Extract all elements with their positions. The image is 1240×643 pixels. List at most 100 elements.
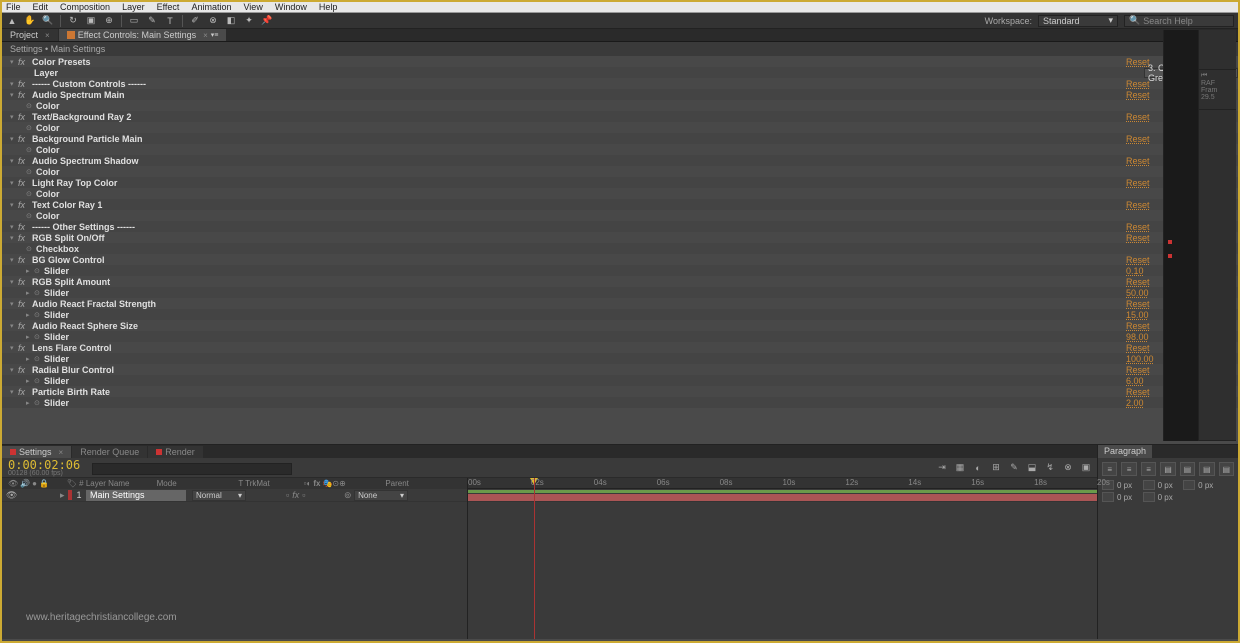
- justify-all-icon[interactable]: ▤: [1219, 462, 1234, 476]
- stopwatch-icon[interactable]: ⊙: [26, 245, 34, 253]
- pan-behind-tool-icon[interactable]: ⊕: [103, 15, 115, 27]
- twirl-icon[interactable]: ▾: [10, 113, 18, 121]
- eye-toggle-icon[interactable]: 👁: [6, 490, 17, 501]
- twirl-icon[interactable]: ▾: [10, 157, 18, 165]
- stopwatch-icon[interactable]: ⊙: [26, 168, 34, 176]
- parent-dropdown[interactable]: None▾: [354, 490, 408, 501]
- stopwatch-icon[interactable]: ⊙: [26, 124, 34, 132]
- fx-toggle-icon[interactable]: fx: [18, 222, 28, 232]
- fx-toggle-icon[interactable]: fx: [18, 156, 28, 166]
- effect-header[interactable]: ▾fxLight Ray Top ColorResetAbout...: [2, 177, 1238, 188]
- selection-tool-icon[interactable]: ▲: [6, 15, 18, 27]
- project-tab[interactable]: Project×: [2, 29, 58, 41]
- effect-property-row[interactable]: ▸⊙Slider15.00: [2, 309, 1238, 320]
- effect-property-row[interactable]: ▸⊙Slider100.00: [2, 353, 1238, 364]
- twirl-icon[interactable]: ▾: [10, 80, 18, 88]
- effect-header[interactable]: ▾fxBG Glow ControlResetAbout...: [2, 254, 1238, 265]
- effect-header[interactable]: ▾fxBackground Particle MainResetAbout...: [2, 133, 1238, 144]
- fx-toggle-icon[interactable]: fx: [18, 387, 28, 397]
- stopwatch-icon[interactable]: ⊙: [26, 190, 34, 198]
- effect-header[interactable]: ▾fxAudio React Sphere SizeResetAbout...: [2, 320, 1238, 331]
- tl-btn-2[interactable]: ▦: [953, 461, 967, 475]
- close-icon[interactable]: ×: [59, 448, 64, 457]
- effects-presets-collapsed[interactable]: [1199, 110, 1236, 441]
- menu-effect[interactable]: Effect: [157, 2, 180, 12]
- blend-mode-dropdown[interactable]: Normal▾: [192, 490, 246, 501]
- timeline-tab-settings[interactable]: Settings×: [2, 446, 71, 458]
- space-before-value[interactable]: 0 px: [1117, 493, 1132, 502]
- twirl-icon[interactable]: ▾: [10, 201, 18, 209]
- twirl-icon[interactable]: ▾: [10, 388, 18, 396]
- effect-property-row[interactable]: ⊙Color⊸: [2, 210, 1238, 221]
- puppet-tool-icon[interactable]: 📌: [261, 15, 273, 27]
- space-after-icon[interactable]: [1143, 492, 1155, 502]
- twirl-icon[interactable]: ▾: [10, 179, 18, 187]
- workspace-dropdown[interactable]: Standard▾: [1038, 15, 1118, 27]
- stopwatch-icon[interactable]: ⊙: [34, 355, 42, 363]
- clone-tool-icon[interactable]: ⊗: [207, 15, 219, 27]
- stopwatch-icon[interactable]: ⊙: [34, 333, 42, 341]
- effect-property-row[interactable]: ▸⊙Slider50.00: [2, 287, 1238, 298]
- indent-right-value[interactable]: 0 px: [1198, 481, 1213, 490]
- stopwatch-icon[interactable]: ⊙: [26, 212, 34, 220]
- tl-btn-6[interactable]: ⬓: [1025, 461, 1039, 475]
- effect-header[interactable]: ▾fxParticle Birth RateResetAbout...: [2, 386, 1238, 397]
- fx-toggle-icon[interactable]: fx: [18, 112, 28, 122]
- twirl-icon[interactable]: ▾: [10, 366, 18, 374]
- justify-left-icon[interactable]: ▤: [1160, 462, 1175, 476]
- menu-animation[interactable]: Animation: [191, 2, 231, 12]
- tl-btn-4[interactable]: ⊞: [989, 461, 1003, 475]
- twirl-icon[interactable]: ▸: [26, 289, 34, 297]
- twirl-icon[interactable]: ▾: [10, 278, 18, 286]
- effect-property-row[interactable]: ⊙Color⊸: [2, 100, 1238, 111]
- menu-composition[interactable]: Composition: [60, 2, 110, 12]
- close-icon[interactable]: ×: [203, 31, 208, 40]
- timeline-tab-render[interactable]: Render: [148, 446, 203, 458]
- pen-tool-icon[interactable]: ✎: [146, 15, 158, 27]
- twirl-icon[interactable]: ▾: [10, 135, 18, 143]
- twirl-icon[interactable]: ▾: [10, 322, 18, 330]
- effect-property-row[interactable]: ▸⊙Slider6.00: [2, 375, 1238, 386]
- space-before-icon[interactable]: [1102, 492, 1114, 502]
- effect-property-row[interactable]: ▸⊙Slider98.00: [2, 331, 1238, 342]
- composition-preview[interactable]: [1163, 30, 1198, 441]
- twirl-icon[interactable]: ▸: [60, 490, 68, 501]
- rotate-tool-icon[interactable]: ↻: [67, 15, 79, 27]
- layer-name[interactable]: Main Settings: [86, 490, 186, 501]
- justify-center-icon[interactable]: ▤: [1180, 462, 1195, 476]
- align-center-icon[interactable]: ≡: [1121, 462, 1136, 476]
- fx-toggle-icon[interactable]: fx: [18, 233, 28, 243]
- pickwhip-icon[interactable]: ⊚: [344, 490, 352, 500]
- twirl-icon[interactable]: ▸: [26, 399, 34, 407]
- effect-property-row[interactable]: ▸⊙Slider0.10: [2, 265, 1238, 276]
- effect-property-row[interactable]: ⊙Color⊸: [2, 144, 1238, 155]
- zoom-tool-icon[interactable]: 🔍: [42, 15, 54, 27]
- switch-icon[interactable]: ▫: [286, 490, 289, 500]
- fx-toggle-icon[interactable]: fx: [18, 178, 28, 188]
- effect-header[interactable]: ▾fxColor PresetsResetAbout...: [2, 56, 1238, 67]
- menu-file[interactable]: File: [6, 2, 21, 12]
- play-icon[interactable]: ⏮: [1201, 72, 1207, 79]
- effect-header[interactable]: ▾fxAudio Spectrum ShadowResetAbout...: [2, 155, 1238, 166]
- align-left-icon[interactable]: ≡: [1102, 462, 1117, 476]
- effect-header[interactable]: ▾fxLens Flare ControlResetAbout...: [2, 342, 1238, 353]
- hand-tool-icon[interactable]: ✋: [24, 15, 36, 27]
- stopwatch-icon[interactable]: ⊙: [34, 377, 42, 385]
- fx-toggle-icon[interactable]: fx: [18, 79, 28, 89]
- stopwatch-icon[interactable]: ⊙: [26, 102, 34, 110]
- timeline-tab-render-queue[interactable]: Render Queue: [72, 446, 147, 458]
- effect-property-row[interactable]: ⊙Color⊸: [2, 188, 1238, 199]
- effect-header[interactable]: ▾fxRGB Split AmountResetAbout...: [2, 276, 1238, 287]
- roto-tool-icon[interactable]: ✦: [243, 15, 255, 27]
- effect-header[interactable]: ▾fxText Color Ray 1ResetAbout...: [2, 199, 1238, 210]
- tl-btn-3[interactable]: ◐: [971, 461, 985, 475]
- help-search-input[interactable]: 🔍Search Help: [1124, 15, 1234, 27]
- indent-first-icon[interactable]: [1143, 480, 1155, 490]
- tl-btn-9[interactable]: ▣: [1079, 461, 1093, 475]
- effect-header[interactable]: ▾fxRadial Blur ControlResetAbout...: [2, 364, 1238, 375]
- brush-tool-icon[interactable]: ✐: [189, 15, 201, 27]
- fx-toggle-icon[interactable]: fx: [18, 90, 28, 100]
- effect-header[interactable]: ▾fx------ Custom Controls ------ResetAbo…: [2, 78, 1238, 89]
- fx-toggle-icon[interactable]: fx: [18, 365, 28, 375]
- tl-btn-5[interactable]: ✎: [1007, 461, 1021, 475]
